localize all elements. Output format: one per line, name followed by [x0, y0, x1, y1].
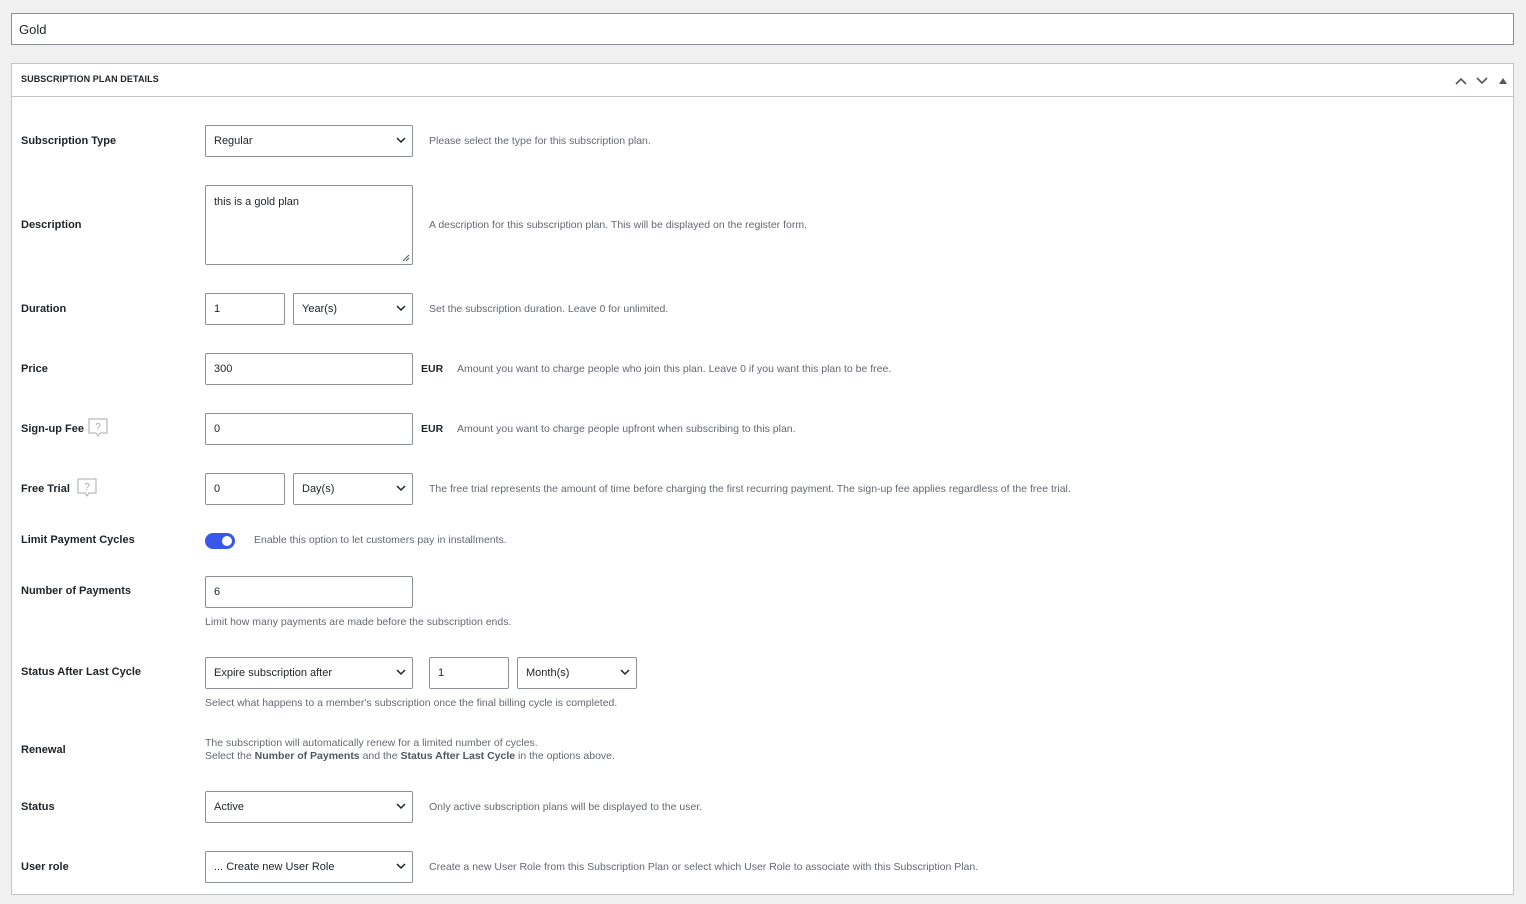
number-of-payments-label: Number of Payments	[21, 585, 132, 597]
help-icon[interactable]: ?	[88, 418, 108, 438]
free-trial-unit-select[interactable]: Day(s)	[293, 473, 413, 505]
user-role-value: ... Create new User Role	[214, 861, 335, 873]
free-trial-label: Free Trial	[21, 483, 70, 495]
renewal-bold-status-after-last-cycle: Status After Last Cycle	[400, 750, 516, 762]
chevron-down-icon	[396, 803, 406, 810]
chevron-down-icon	[396, 137, 406, 144]
status-after-last-cycle-desc: Select what happens to a member's subscr…	[205, 697, 618, 709]
status-after-last-cycle-input[interactable]: 1	[429, 657, 509, 689]
duration-value: 1	[214, 303, 221, 315]
price-currency: EUR	[421, 363, 444, 375]
status-after-last-cycle-action-select[interactable]: Expire subscription after	[205, 657, 413, 689]
status-after-last-cycle-label: Status After Last Cycle	[21, 666, 142, 678]
metabox-header: SUBSCRIPTION PLAN DETAILS	[12, 64, 1513, 97]
toggle-knob	[222, 536, 232, 546]
resize-handle-icon[interactable]	[402, 254, 410, 262]
price-value: 300	[214, 363, 233, 375]
renewal-text: and the	[359, 750, 401, 762]
signup-fee-value: 0	[214, 423, 221, 435]
description-textarea[interactable]: this is a gold plan	[205, 185, 413, 265]
status-after-last-cycle-unit-select[interactable]: Month(s)	[517, 657, 637, 689]
status-desc: Only active subscription plans will be d…	[429, 801, 703, 813]
chevron-down-icon	[396, 485, 406, 492]
limit-payment-cycles-label: Limit Payment Cycles	[21, 534, 135, 546]
limit-payment-cycles-toggle[interactable]	[205, 533, 235, 549]
description-desc: A description for this subscription plan…	[429, 219, 807, 231]
duration-unit-select[interactable]: Year(s)	[293, 293, 413, 325]
subscription-plan-details-box: SUBSCRIPTION PLAN DETAILS Subscription T…	[11, 63, 1514, 895]
signup-fee-label: Sign-up Fee	[21, 423, 84, 435]
renewal-bold-number-of-payments: Number of Payments	[254, 750, 360, 762]
renewal-text: Select the	[205, 750, 255, 762]
renewal-desc-line2: Select the Number of Payments and the St…	[205, 750, 615, 762]
triangle-up-icon[interactable]	[1494, 72, 1512, 90]
price-desc: Amount you want to charge people who joi…	[457, 363, 892, 375]
description-value: this is a gold plan	[214, 196, 299, 208]
status-after-last-cycle-action-value: Expire subscription after	[214, 667, 332, 679]
renewal-text: in the options above.	[515, 750, 615, 762]
free-trial-value: 0	[214, 483, 221, 495]
signup-fee-desc: Amount you want to charge people upfront…	[457, 423, 796, 435]
free-trial-input[interactable]: 0	[205, 473, 285, 505]
limit-payment-cycles-desc: Enable this option to let customers pay …	[254, 534, 507, 546]
duration-unit-value: Year(s)	[302, 303, 338, 315]
number-of-payments-input[interactable]: 6	[205, 576, 413, 608]
duration-input[interactable]: 1	[205, 293, 285, 325]
signup-fee-input[interactable]: 0	[205, 413, 413, 445]
user-role-label: User role	[21, 861, 69, 873]
renewal-desc-line1: The subscription will automatically rene…	[205, 737, 538, 749]
number-of-payments-value: 6	[214, 586, 221, 598]
duration-desc: Set the subscription duration. Leave 0 f…	[429, 303, 669, 315]
status-after-last-cycle-value: 1	[438, 667, 445, 679]
free-trial-unit-value: Day(s)	[302, 483, 335, 495]
subscription-type-label: Subscription Type	[21, 135, 117, 147]
svg-text:?: ?	[84, 482, 90, 493]
chevron-down-icon	[396, 305, 406, 312]
user-role-select[interactable]: ... Create new User Role	[205, 851, 413, 883]
plan-title-input[interactable]	[11, 13, 1514, 45]
subscription-type-desc: Please select the type for this subscrip…	[429, 135, 651, 147]
metabox-title: SUBSCRIPTION PLAN DETAILS	[21, 74, 159, 84]
number-of-payments-desc: Limit how many payments are made before …	[205, 616, 512, 628]
status-select[interactable]: Active	[205, 791, 413, 823]
renewal-label: Renewal	[21, 744, 66, 756]
user-role-desc: Create a new User Role from this Subscri…	[429, 861, 979, 873]
chevron-down-icon[interactable]	[1473, 72, 1491, 90]
price-label: Price	[21, 363, 48, 375]
chevron-up-icon[interactable]	[1452, 72, 1470, 90]
status-after-last-cycle-unit-value: Month(s)	[526, 667, 570, 679]
duration-label: Duration	[21, 303, 67, 315]
signup-fee-currency: EUR	[421, 423, 444, 435]
chevron-down-icon	[620, 669, 630, 676]
description-label: Description	[21, 219, 82, 231]
subscription-type-value: Regular	[214, 135, 253, 147]
price-input[interactable]: 300	[205, 353, 413, 385]
chevron-down-icon	[396, 863, 406, 870]
free-trial-desc: The free trial represents the amount of …	[429, 483, 1071, 495]
subscription-type-select[interactable]: Regular	[205, 125, 413, 157]
status-label: Status	[21, 801, 55, 813]
chevron-down-icon	[396, 669, 406, 676]
status-value: Active	[214, 801, 244, 813]
svg-text:?: ?	[95, 422, 101, 433]
help-icon[interactable]: ?	[77, 478, 97, 498]
